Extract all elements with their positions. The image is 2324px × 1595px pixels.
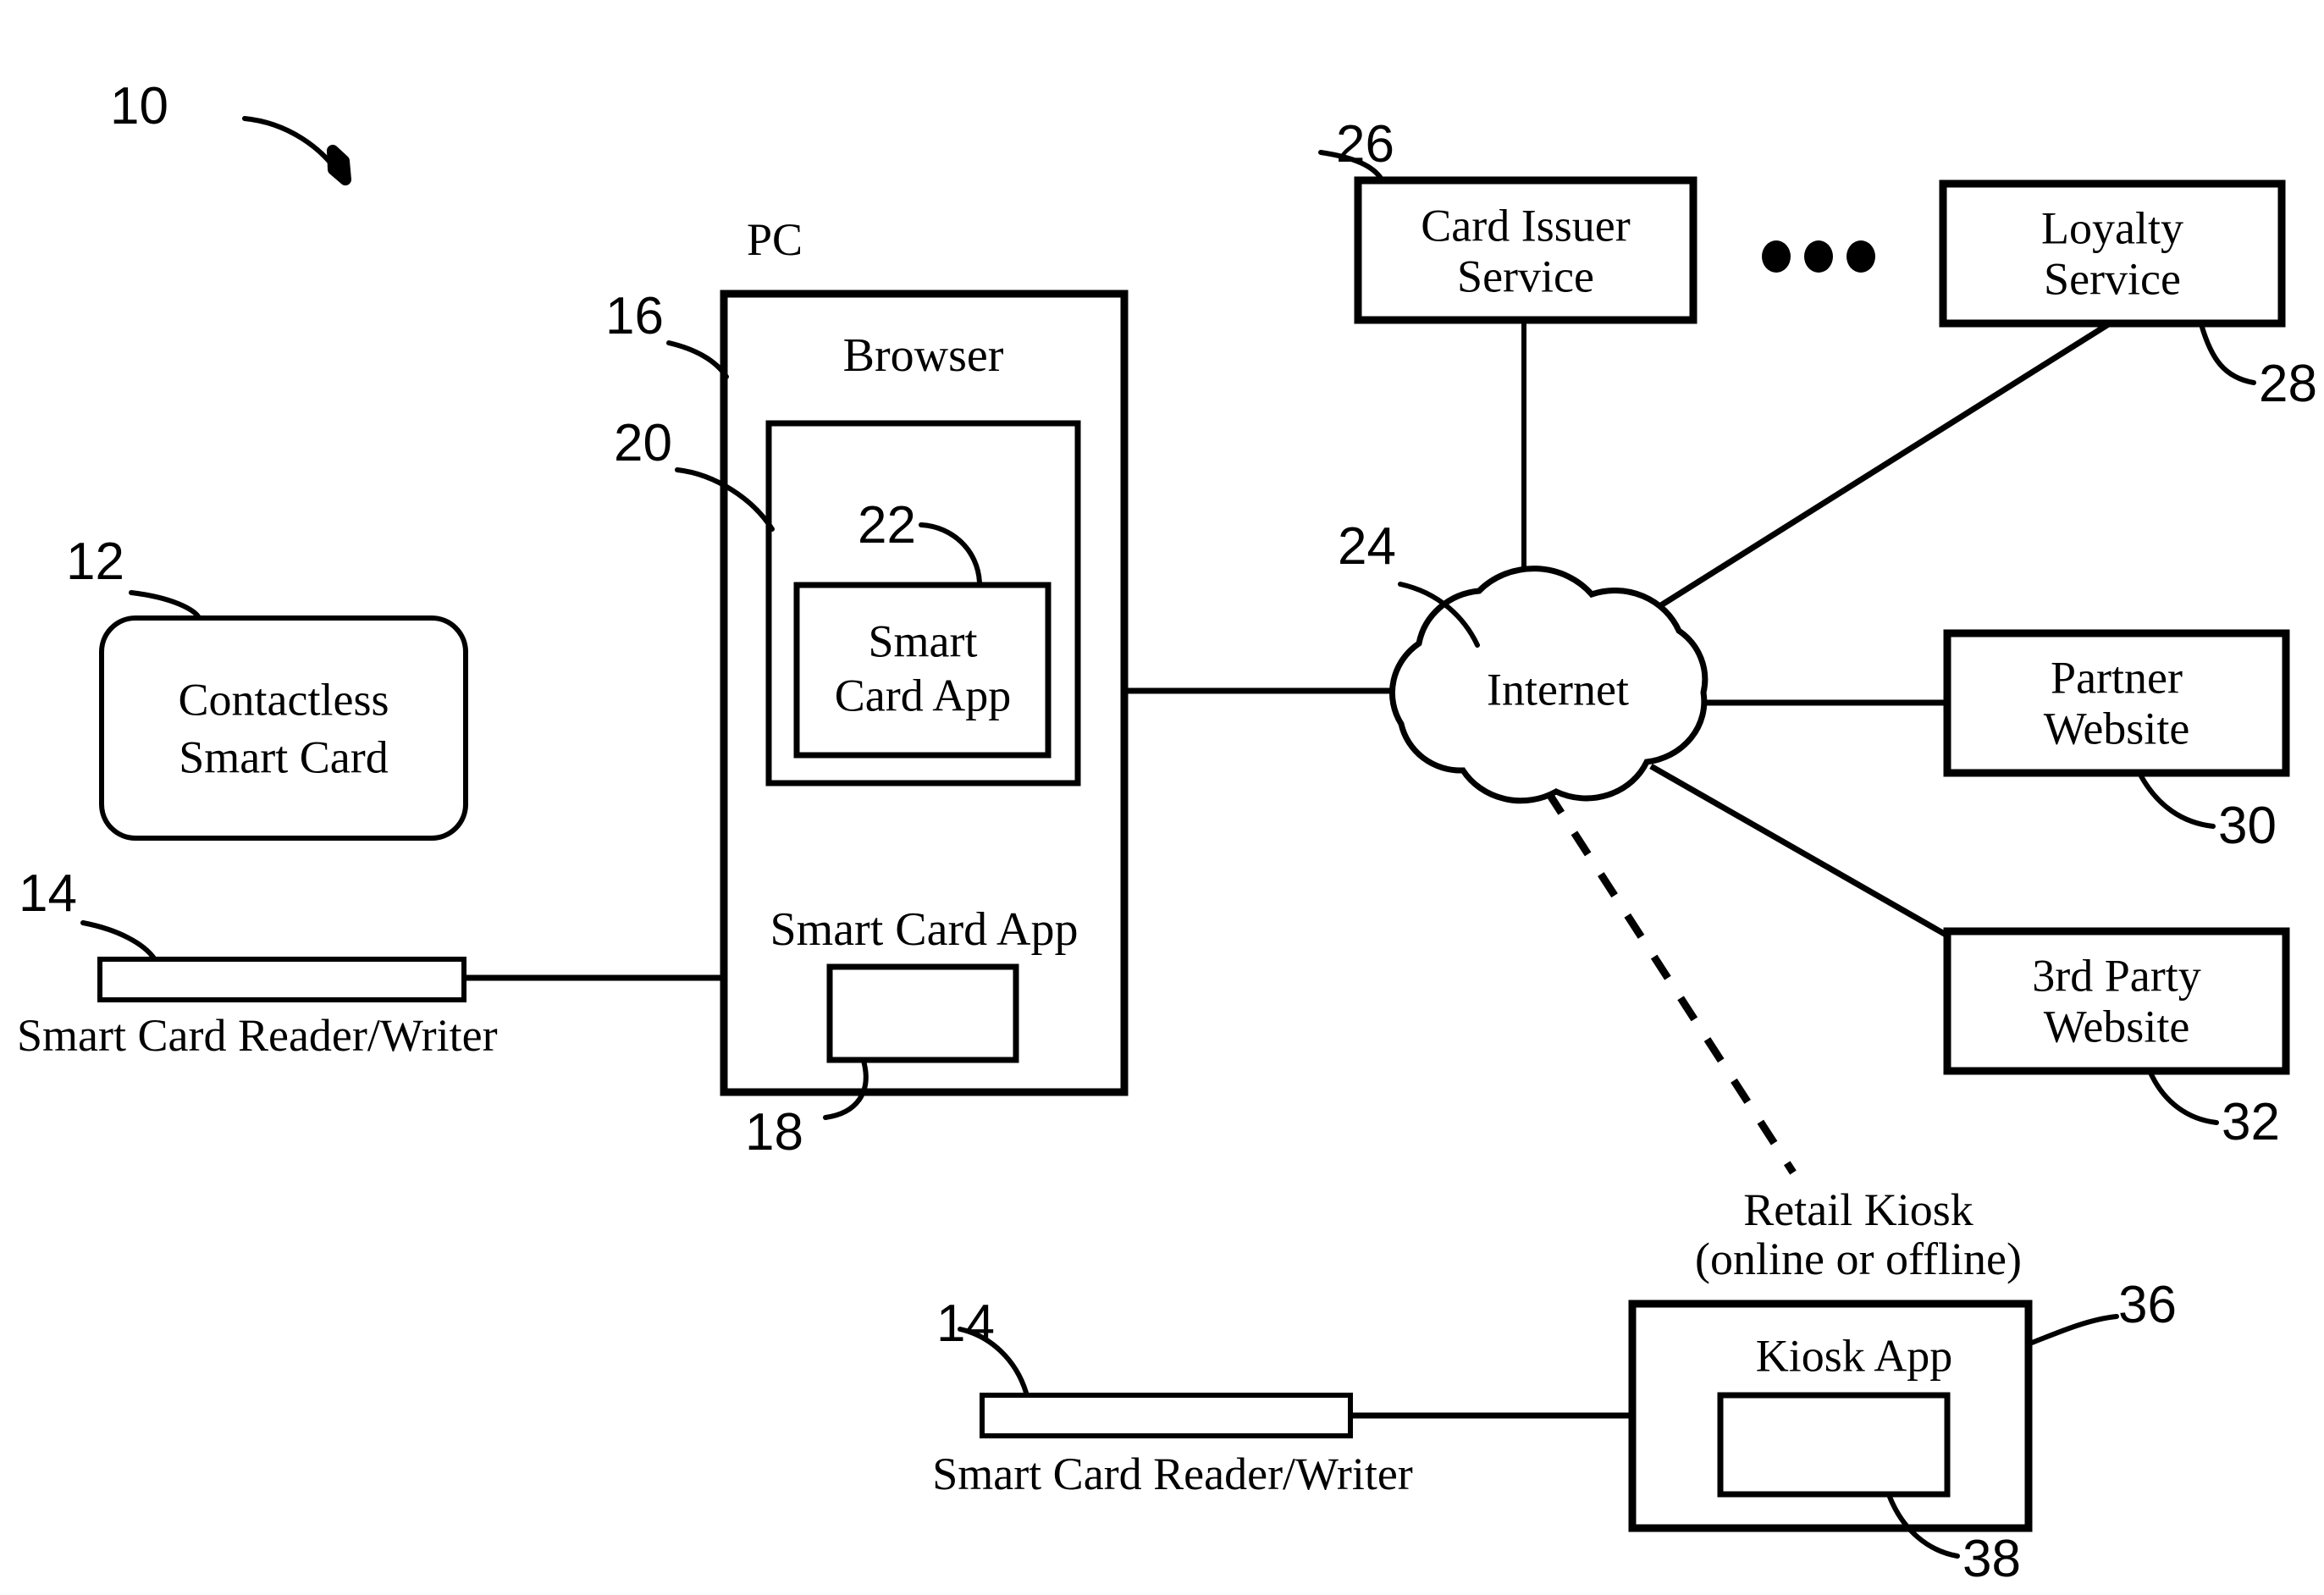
ellipsis-dot-3 — [1847, 240, 1875, 273]
leader-16 — [666, 340, 729, 379]
retail-kiosk-caption: Retail Kiosk (online or offline) — [1668, 1185, 2049, 1284]
ref-30: 30 — [2218, 797, 2277, 855]
smart-card-reader-bottom-label: Smart Card Reader/Writer — [932, 1449, 1413, 1499]
ref-20: 20 — [614, 414, 672, 472]
diagram-canvas: Contactless Smart Card Smart Card App In… — [0, 0, 2324, 1595]
pc-smart-card-app-label: Smart Card App — [770, 903, 1079, 956]
connector-internet-to-loyalty — [1632, 321, 2111, 625]
connector-internet-to-thirdparty — [1649, 763, 1949, 939]
connector-internet-to-kiosk-dashed — [1544, 789, 1797, 1175]
leader-36 — [2029, 1314, 2119, 1345]
pc-smart-card-app-box — [826, 963, 1019, 1063]
smart-card-reader-top-node — [80, 920, 466, 1002]
loyalty-service-label-line2: Service — [2044, 253, 2181, 304]
ref-18: 18 — [745, 1103, 803, 1162]
patent-figure-svg: Contactless Smart Card Smart Card App In… — [80, 116, 2290, 1559]
ref-32: 32 — [2222, 1093, 2280, 1151]
smart-card-reader-top-bar — [97, 957, 466, 1002]
retail-kiosk-node: Kiosk App — [1628, 1300, 2119, 1559]
contactless-smart-card-label-line2: Smart Card — [179, 731, 388, 782]
contactless-smart-card-box — [99, 615, 468, 841]
pc-label: PC — [746, 214, 803, 265]
retail-kiosk-caption-line1: Retail Kiosk — [1743, 1184, 1973, 1235]
ellipsis-dot-1 — [1762, 240, 1791, 273]
ref-14-bottom: 14 — [936, 1294, 995, 1353]
leader-32 — [2148, 1070, 2219, 1125]
ellipsis-dot-2 — [1804, 240, 1833, 273]
card-issuer-service-label-line2: Service — [1457, 251, 1594, 301]
leader-12 — [129, 590, 201, 619]
ref-38: 38 — [1962, 1530, 2021, 1588]
third-party-website-label-line2: Website — [2044, 1001, 2190, 1051]
loyalty-service-label-line1: Loyalty — [2041, 202, 2183, 253]
browser-smart-card-app-label-line2: Card App — [835, 670, 1012, 720]
browser-label: Browser — [842, 329, 1004, 382]
browser-smart-card-app-label-line1: Smart — [869, 615, 978, 666]
smart-card-reader-bottom-bar — [980, 1393, 1353, 1438]
contactless-smart-card-node: Contactless Smart Card — [99, 590, 468, 841]
leader-30 — [2138, 772, 2216, 829]
partner-website-label-line2: Website — [2044, 703, 2190, 753]
kiosk-app-title-label: Kiosk App — [1756, 1330, 1953, 1381]
retail-kiosk-caption-line2: (online or offline) — [1695, 1234, 2022, 1285]
ref-12: 12 — [66, 533, 124, 591]
ref-14-top: 14 — [19, 864, 77, 923]
leader-14-top — [80, 920, 157, 961]
card-issuer-service-label-line1: Card Issuer — [1421, 200, 1630, 251]
internet-cloud-node: Internet — [1388, 566, 1708, 804]
leader-28 — [2199, 322, 2256, 385]
third-party-website-label-line1: 3rd Party — [2032, 950, 2200, 1001]
ref-24: 24 — [1338, 517, 1396, 576]
ellipsis-dots — [1762, 240, 1875, 273]
ref-28: 28 — [2259, 355, 2317, 413]
loyalty-service-node: Loyalty Service — [1939, 179, 2286, 385]
contactless-smart-card-label-line1: Contactless — [179, 674, 389, 725]
smart-card-reader-top-label: Smart Card Reader/Writer — [17, 1010, 498, 1061]
figure-ref-arrow — [242, 116, 351, 185]
partner-website-label-line1: Partner — [2051, 652, 2183, 703]
ref-22: 22 — [858, 496, 916, 555]
ref-36: 36 — [2118, 1276, 2177, 1334]
card-issuer-service-node: Card Issuer Service — [1318, 150, 1697, 324]
internet-label: Internet — [1487, 664, 1629, 715]
smart-card-reader-bottom-node — [958, 1327, 1353, 1438]
kiosk-inner-app-box — [1717, 1392, 1951, 1498]
ref-26: 26 — [1336, 115, 1394, 174]
figure-ref-10: 10 — [110, 77, 168, 135]
ref-16: 16 — [605, 287, 664, 345]
